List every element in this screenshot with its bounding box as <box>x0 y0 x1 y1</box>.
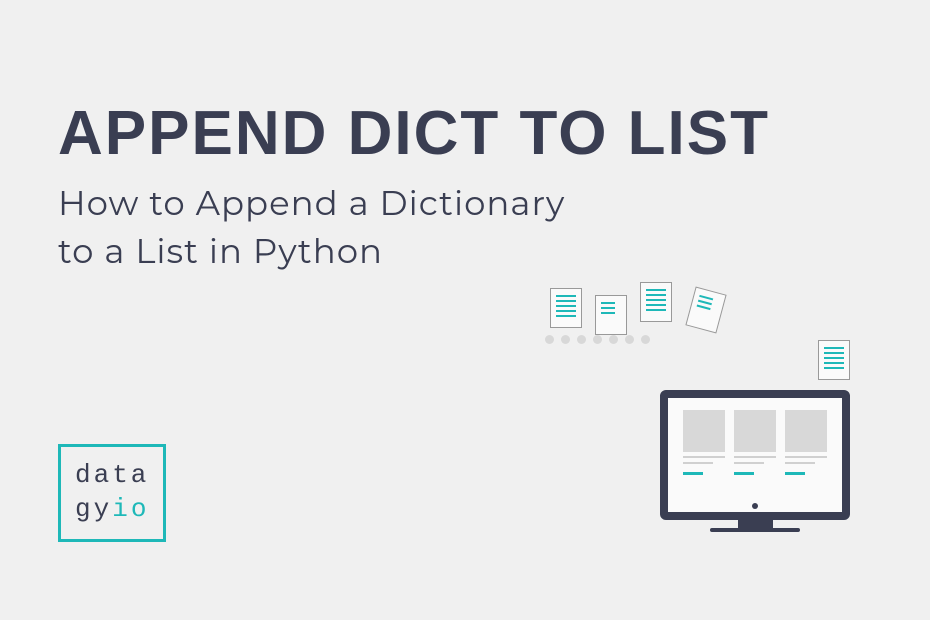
document-icon <box>550 288 582 328</box>
monitor-icon <box>660 390 850 550</box>
datagy-logo: data gy io <box>58 444 166 542</box>
logo-row-2: gy io <box>75 493 149 527</box>
logo-text-io: io <box>112 493 149 527</box>
logo-row-1: data <box>75 459 149 493</box>
computer-illustration <box>510 280 870 560</box>
subtitle-line-2: to a List in Python <box>58 228 565 276</box>
main-title: APPEND DICT TO LIST <box>58 98 770 169</box>
cover-image: APPEND DICT TO LIST How to Append a Dict… <box>0 0 930 620</box>
logo-text-gy: gy <box>75 493 112 527</box>
document-icon <box>595 295 627 335</box>
decorative-dots <box>545 335 650 344</box>
document-icon <box>640 282 672 322</box>
document-icon <box>685 287 726 334</box>
subtitle-line-1: How to Append a Dictionary <box>58 180 565 228</box>
subtitle: How to Append a Dictionary to a List in … <box>58 180 565 275</box>
document-icon <box>818 340 850 380</box>
